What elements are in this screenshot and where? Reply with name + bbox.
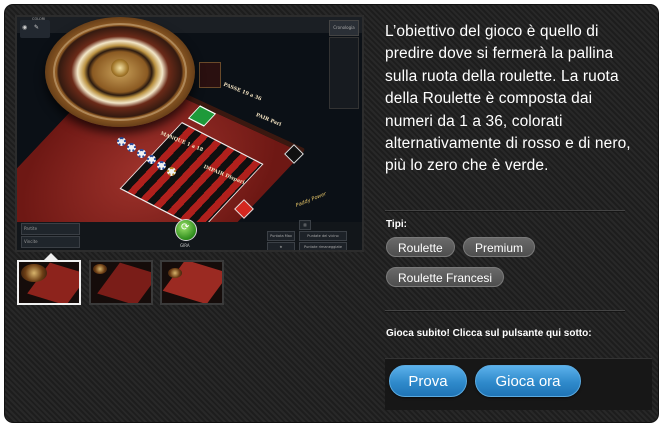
- stats-icon: ▥: [299, 220, 311, 230]
- right-side-panel: [329, 37, 359, 109]
- brand-logo: Paddy Power: [295, 191, 328, 209]
- thumbnail-wheel: [21, 264, 47, 282]
- toolbar-icons: ◉ ✎ COLORI: [20, 17, 50, 38]
- spin-button: ⟳: [175, 219, 197, 241]
- try-demo-button[interactable]: Prova: [389, 365, 467, 397]
- chip: [157, 161, 166, 170]
- reworked-bets-button: Puntate rimaneggiate: [299, 242, 347, 250]
- eye-icon: ◉: [22, 24, 28, 31]
- roulette-wheel: [45, 17, 195, 127]
- thumbnail-wheel: [168, 268, 182, 278]
- types-label: Tipi:: [386, 219, 407, 230]
- divider: [385, 210, 625, 212]
- thumbnail-1[interactable]: [17, 260, 81, 305]
- type-tag-roulette[interactable]: Roulette: [386, 237, 455, 257]
- chip-stack: [117, 137, 187, 197]
- field-vincite: Vincite: [21, 236, 80, 248]
- table-label-pair: PAIR Pari: [254, 112, 283, 128]
- chip: [117, 137, 126, 146]
- thumbnail-3[interactable]: [160, 260, 224, 305]
- pencil-icon: ✎: [34, 24, 40, 31]
- history-button: Cronologia: [329, 20, 359, 36]
- divider: [385, 310, 625, 312]
- thumbnail-wheel: [93, 264, 107, 274]
- chip: [147, 155, 156, 164]
- type-tag-roulette-francesi[interactable]: Roulette Francesi: [386, 267, 505, 287]
- table-banner: [199, 62, 221, 88]
- play-now-button[interactable]: Gioca ora: [475, 365, 581, 397]
- neighbour-bets-button: Puntate del vicino: [299, 231, 347, 241]
- play-now-label: Gioca subito! Clicca sul pulsante qui so…: [386, 328, 592, 339]
- thumbnail-2[interactable]: [89, 260, 153, 305]
- spin-label: GIRA: [180, 243, 190, 248]
- type-tag-premium[interactable]: Premium: [463, 237, 536, 257]
- chip: [127, 143, 136, 152]
- wheel-hub: [111, 59, 129, 77]
- refresh-icon: ⟳: [181, 222, 190, 233]
- table-label-passe: PASSE 19 a 36: [222, 81, 263, 103]
- field-partite: Partite: [21, 223, 80, 235]
- selected-thumbnail-pointer: [44, 253, 58, 260]
- chip: [137, 149, 146, 158]
- colors-label: COLORI: [32, 17, 46, 21]
- chip: [167, 167, 176, 176]
- game-screenshot[interactable]: ◉ ✎ COLORI Cronologia PASSE 19 a 36 MANQ…: [15, 15, 364, 252]
- undo-icon-button: ★: [267, 242, 295, 250]
- thumbnail-felt: [162, 262, 222, 303]
- max-bet-button: Puntata Max: [267, 231, 295, 241]
- game-description: L’obiettivo del gioco è quello di predir…: [385, 23, 631, 175]
